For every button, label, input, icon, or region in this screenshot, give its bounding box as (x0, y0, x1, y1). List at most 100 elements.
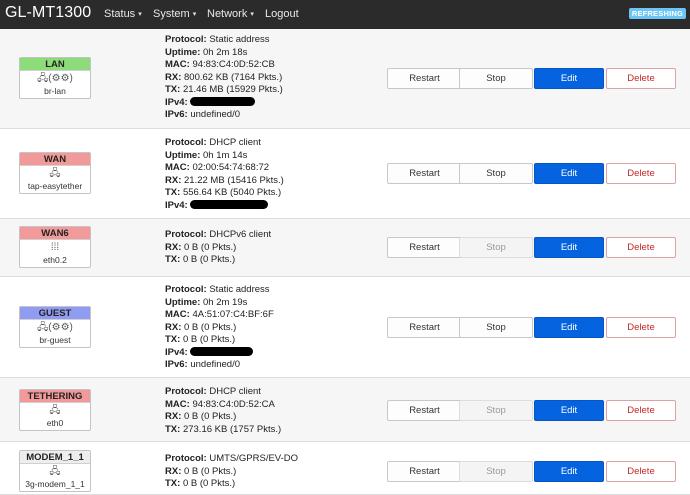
interface-badge: GUEST 🖧(⚙⚙) br-guest (19, 306, 91, 348)
detail-line: MAC: 94:83:C4:0D:52:CB (165, 59, 283, 72)
restart-button[interactable]: Restart (387, 317, 462, 338)
delete-button[interactable]: Delete (606, 163, 676, 184)
edit-button[interactable]: Edit (534, 163, 604, 184)
detail-line: Protocol: UMTS/GPRS/EV-DO (165, 453, 298, 466)
detail-key: RX: (165, 174, 182, 186)
restart-button[interactable]: Restart (387, 461, 462, 482)
detail-value: 0 B (0 Pkts.) (181, 241, 237, 253)
interface-badge: LAN 🖧(⚙⚙) br-lan (19, 57, 91, 99)
stop-button[interactable]: Stop (459, 163, 533, 184)
nav-status-menu[interactable]: Status ▾ (104, 8, 142, 20)
detail-line: IPv4: (165, 346, 274, 360)
delete-button[interactable]: Delete (606, 237, 676, 258)
detail-key: RX: (165, 241, 182, 253)
delete-button[interactable]: Delete (606, 461, 676, 482)
interface-details: Protocol: Static address Uptime: 0h 2m 18… (165, 34, 283, 122)
detail-key: IPv6: (165, 359, 188, 370)
detail-line: TX: 0 B (0 Pkts.) (165, 478, 298, 491)
detail-line: RX: 800.62 KB (7164 Pkts.) (165, 72, 283, 85)
restart-button[interactable]: Restart (387, 68, 462, 89)
edit-button[interactable]: Edit (534, 317, 604, 338)
interface-badge: TETHERING 🖧 eth0 (19, 389, 91, 431)
nav-logout-link[interactable]: Logout (265, 8, 299, 20)
detail-key: TX: (165, 423, 181, 435)
detail-value: Static address (206, 34, 270, 45)
interface-name: WAN6 (20, 227, 90, 240)
detail-value: 556.64 KB (5040 Pkts.) (180, 187, 282, 198)
detail-value: 0 B (0 Pkts.) (180, 478, 236, 489)
interface-row: LAN 🖧(⚙⚙) br-lan Protocol: Static address Up… (0, 29, 690, 129)
detail-line: Protocol: Static address (165, 284, 274, 297)
interface-row: WAN6 ⁞⁞⁞ eth0.2 Protocol: DHCPv6 client RX: … (0, 219, 690, 277)
interface-row: TETHERING 🖧 eth0 Protocol: DHCP client MAC: … (0, 378, 690, 442)
interface-badge: MODEM_1_1 🖧 3g-modem_1_1 (19, 450, 91, 492)
delete-button[interactable]: Delete (606, 400, 676, 421)
detail-key: TX: (165, 187, 181, 198)
interface-row: WAN 🖧 tap-easytether Protocol: DHCP client U… (0, 129, 690, 219)
detail-value: undefined/0 (187, 359, 241, 370)
brand-title[interactable]: GL-MT1300 (5, 4, 91, 22)
detail-key: Protocol: (165, 284, 207, 295)
detail-line: Protocol: DHCPv6 client (165, 229, 271, 242)
detail-line: IPv6: undefined/0 (165, 109, 283, 122)
network-port-icon: ⁞⁞⁞ (50, 242, 60, 253)
edit-button[interactable]: Edit (534, 68, 604, 89)
detail-line: TX: 0 B (0 Pkts.) (165, 334, 274, 347)
detail-line: Protocol: DHCP client (165, 386, 281, 399)
redacted-value (189, 346, 253, 356)
detail-value: 0 B (0 Pkts.) (181, 411, 237, 422)
detail-key: TX: (165, 84, 181, 95)
detail-line: Uptime: 0h 2m 19s (165, 297, 274, 310)
detail-line: MAC: 4A:51:07:C4:BF:6F (165, 309, 274, 322)
detail-key: Uptime: (165, 149, 201, 161)
detail-line: TX: 0 B (0 Pkts.) (165, 254, 271, 267)
detail-key: TX: (165, 334, 181, 345)
detail-key: MAC: (165, 162, 190, 173)
network-port-icon: 🖧(⚙⚙) (37, 73, 73, 84)
detail-line: IPv4: (165, 199, 284, 213)
detail-value: 0 B (0 Pkts.) (180, 254, 236, 265)
top-navbar: GL-MT1300 Status ▾ System ▾ Network ▾ Logou… (0, 0, 690, 29)
delete-button[interactable]: Delete (606, 317, 676, 338)
stop-button[interactable]: Stop (459, 461, 533, 482)
edit-button[interactable]: Edit (534, 461, 604, 482)
detail-value: 273.16 KB (1757 Pkts.) (180, 423, 282, 435)
detail-key: RX: (165, 465, 182, 477)
interface-name: WAN (20, 153, 90, 166)
detail-value: 0h 2m 19s (200, 296, 248, 308)
stop-button[interactable]: Stop (459, 68, 533, 89)
detail-value: 94:83:C4:0D:52:CA (189, 398, 275, 410)
restart-button[interactable]: Restart (387, 400, 462, 421)
detail-value: 94:83:C4:0D:52:CB (189, 59, 275, 70)
detail-value: Static address (206, 284, 270, 295)
stop-button[interactable]: Stop (459, 237, 533, 258)
detail-line: IPv6: undefined/0 (165, 359, 274, 372)
interface-device: tap-easytether (27, 181, 83, 191)
stop-button[interactable]: Stop (459, 400, 533, 421)
edit-button[interactable]: Edit (534, 400, 604, 421)
restart-button[interactable]: Restart (387, 163, 462, 184)
restart-button[interactable]: Restart (387, 237, 462, 258)
delete-button[interactable]: Delete (606, 68, 676, 89)
interface-device: br-lan (44, 86, 66, 96)
detail-key: IPv4: (165, 199, 188, 211)
stop-button[interactable]: Stop (459, 317, 533, 338)
network-port-icon: 🖧 (49, 405, 61, 416)
refreshing-badge[interactable]: REFRESHING (628, 8, 686, 19)
detail-line: Uptime: 0h 1m 14s (165, 150, 284, 163)
detail-key: Protocol: (165, 229, 207, 240)
detail-value: DHCP client (206, 386, 261, 397)
edit-button[interactable]: Edit (534, 237, 604, 258)
detail-key: MAC: (165, 309, 190, 320)
interface-device: 3g-modem_1_1 (25, 479, 85, 489)
detail-key: IPv4: (165, 96, 188, 108)
nav-system-menu[interactable]: System ▾ (153, 8, 196, 20)
detail-key: IPv6: (165, 109, 188, 120)
detail-value: 21.22 MB (15416 Pkts.) (181, 174, 284, 186)
detail-key: Protocol: (165, 453, 207, 464)
chevron-down-icon: ▾ (250, 11, 254, 18)
nav-network-menu[interactable]: Network ▾ (207, 8, 254, 20)
network-port-icon: 🖧 (49, 168, 61, 179)
detail-value: 0 B (0 Pkts.) (180, 334, 236, 345)
interface-device: eth0 (46, 418, 64, 428)
